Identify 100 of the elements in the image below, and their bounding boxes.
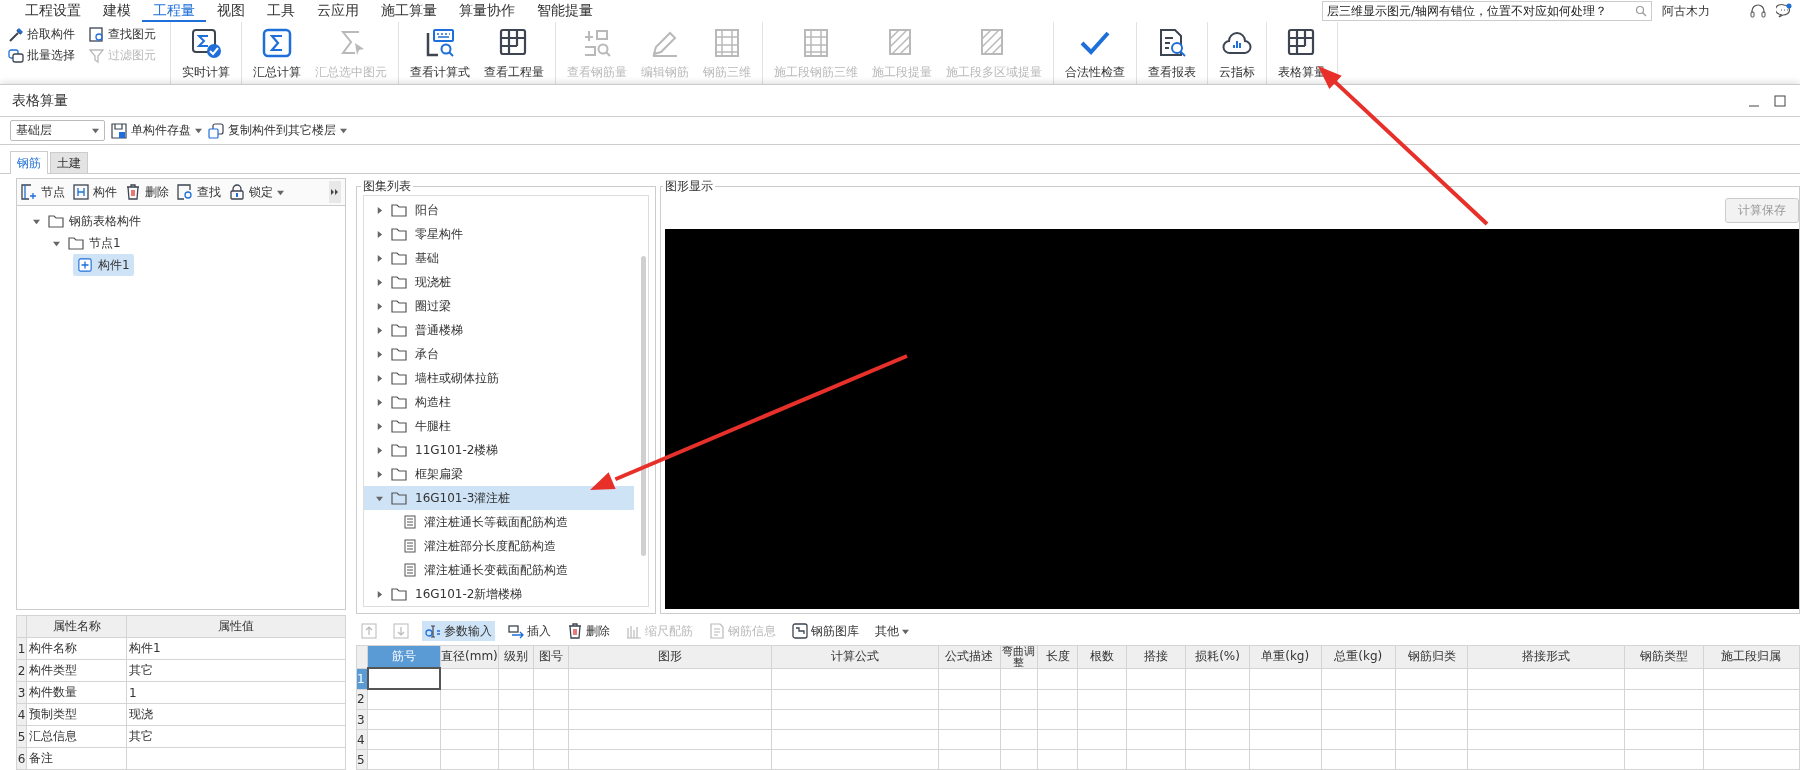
table-cell[interactable]: 其它	[126, 659, 346, 682]
menu-tab[interactable]: 算量协作	[448, 0, 526, 22]
ribbon-button[interactable]: 合法性检查	[1058, 22, 1132, 84]
list-item[interactable]: 现浇桩	[364, 270, 634, 294]
toolbar-button[interactable]: 删除	[125, 183, 169, 201]
column-header: 计算公式	[771, 645, 939, 668]
column-header: 总重(kg)	[1321, 645, 1396, 668]
tab[interactable]: 钢筋	[10, 151, 48, 174]
floor-dropdown[interactable]: 基础层	[10, 120, 105, 141]
toolbar-button[interactable]: 复制构件到其它楼层	[208, 122, 347, 139]
row-number: 3	[356, 709, 368, 730]
column-header: 级别	[498, 645, 534, 668]
column-header: 图形	[568, 645, 771, 668]
list-item[interactable]: 16G101-3灌注桩	[364, 486, 634, 510]
menu-tab[interactable]: 云应用	[306, 0, 370, 22]
tab[interactable]: 土建	[50, 152, 88, 173]
list-item[interactable]: 墙柱或砌体拉筋	[364, 366, 634, 390]
ribbon-button[interactable]: 查看计算式	[403, 22, 477, 84]
column-header: 施工段归属	[1703, 645, 1800, 668]
list-item[interactable]: 承台	[364, 342, 634, 366]
tree-item[interactable]: 钢筋表格构件	[44, 210, 145, 232]
user-name: 阿古木力	[1662, 2, 1710, 20]
row-number: 2	[16, 659, 27, 682]
table-cell[interactable]: 构件1	[126, 637, 346, 660]
toolbar-button[interactable]: 参数输入	[422, 621, 495, 642]
list-item[interactable]: 11G101-2楼梯	[364, 438, 634, 462]
table-cell: 构件类型	[26, 659, 127, 682]
row-number: 1	[356, 668, 368, 689]
column-header: 钢筋类型	[1624, 645, 1704, 668]
ribbon-button[interactable]: 批量选择	[8, 45, 75, 66]
table-cell[interactable]: 现浇	[126, 703, 346, 726]
column-header: 公式描述	[938, 645, 1001, 668]
column-header: 长度	[1037, 645, 1078, 668]
window-title: 表格算量	[12, 91, 68, 110]
tree-item[interactable]: 节点1	[64, 232, 125, 254]
list-item[interactable]: 灌注桩部分长度配筋构造	[364, 534, 634, 558]
table-cell[interactable]: 其它	[126, 725, 346, 748]
toolbar-button[interactable]: 构件	[73, 183, 117, 201]
column-header: 属性值	[126, 615, 346, 638]
ribbon-button[interactable]: 拾取构件	[8, 24, 75, 45]
table-cell: 汇总信息	[26, 725, 127, 748]
table-cell: 备注	[26, 747, 127, 770]
list-item[interactable]: 基础	[364, 246, 634, 270]
list-item[interactable]: 16G101-2新增楼梯	[364, 582, 634, 606]
search-field[interactable]: 层三维显示图元/轴网有错位，位置不对应如何处理？	[1322, 1, 1652, 21]
row-number: 4	[16, 703, 27, 726]
column-header: 图号	[533, 645, 569, 668]
list-item[interactable]: 构造柱	[364, 390, 634, 414]
row-number: 5	[16, 725, 27, 748]
toolbar-button[interactable]: 节点	[21, 183, 65, 201]
panel-title: 图集列表	[362, 178, 412, 195]
ribbon-button[interactable]: 实时计算	[175, 22, 237, 84]
list-item[interactable]: 灌注桩通长变截面配筋构造	[364, 558, 634, 582]
column-header: 根数	[1077, 645, 1127, 668]
ribbon-button[interactable]: 查看工程量	[477, 22, 551, 84]
toolbar-button[interactable]: 锁定	[229, 183, 284, 201]
list-item[interactable]: 阳台	[364, 198, 634, 222]
ribbon-button[interactable]: 查找图元	[89, 24, 156, 45]
row-number: 6	[16, 747, 27, 770]
list-item[interactable]: 灌注桩通长等截面配筋构造	[364, 510, 634, 534]
toolbar-button[interactable]: 插入	[505, 621, 554, 642]
list-item[interactable]: 普通楼梯	[364, 318, 634, 342]
menu-tab[interactable]: 智能提量	[526, 0, 604, 22]
tree-item[interactable]: 构件1	[73, 254, 134, 276]
ribbon-button[interactable]: 汇总计算	[246, 22, 308, 84]
table-cell: 构件名称	[26, 637, 127, 660]
table-cell[interactable]: 1	[126, 681, 346, 704]
toolbar-button[interactable]: 删除	[564, 621, 613, 642]
row-number: 2	[356, 689, 368, 710]
menu-tab[interactable]: 工具	[256, 0, 306, 22]
ribbon-button[interactable]: 查看报表	[1141, 22, 1203, 84]
list-item[interactable]: 圈过梁	[364, 294, 634, 318]
row-number: 4	[356, 729, 368, 750]
menu-tab[interactable]: 视图	[206, 0, 256, 22]
table-cell: 预制类型	[26, 703, 127, 726]
row-number: 3	[16, 681, 27, 704]
menu-tab[interactable]: 工程设置	[14, 0, 92, 22]
toolbar-button[interactable]: 查找	[177, 183, 221, 201]
toolbar-button[interactable]: 其他	[872, 621, 912, 642]
column-header: 钢筋归类	[1395, 645, 1468, 668]
row-number: 5	[356, 749, 368, 770]
menu-tab[interactable]: 建模	[92, 0, 142, 22]
column-header: 单重(kg)	[1249, 645, 1321, 668]
row-number: 1	[16, 637, 27, 660]
column-header: 属性名称	[26, 615, 127, 638]
panel-title: 图形显示	[664, 178, 714, 195]
table-cell: 构件数量	[26, 681, 127, 704]
column-header: 损耗(%)	[1185, 645, 1250, 668]
column-header: 弯曲调整	[1000, 645, 1038, 668]
ribbon-button[interactable]: 云指标	[1212, 22, 1262, 84]
column-header: 搭接形式	[1467, 645, 1625, 668]
list-item[interactable]: 框架扁梁	[364, 462, 634, 486]
toolbar-button[interactable]: 单构件存盘	[111, 122, 202, 139]
list-item[interactable]: 零星构件	[364, 222, 634, 246]
column-header: 搭接	[1126, 645, 1186, 668]
menu-tab[interactable]: 施工算量	[370, 0, 448, 22]
menu-tab[interactable]: 工程量	[142, 0, 206, 22]
toolbar-button[interactable]: 钢筋图库	[789, 621, 862, 642]
column-header: 直径(mm)	[440, 645, 499, 668]
list-item[interactable]: 牛腿柱	[364, 414, 634, 438]
